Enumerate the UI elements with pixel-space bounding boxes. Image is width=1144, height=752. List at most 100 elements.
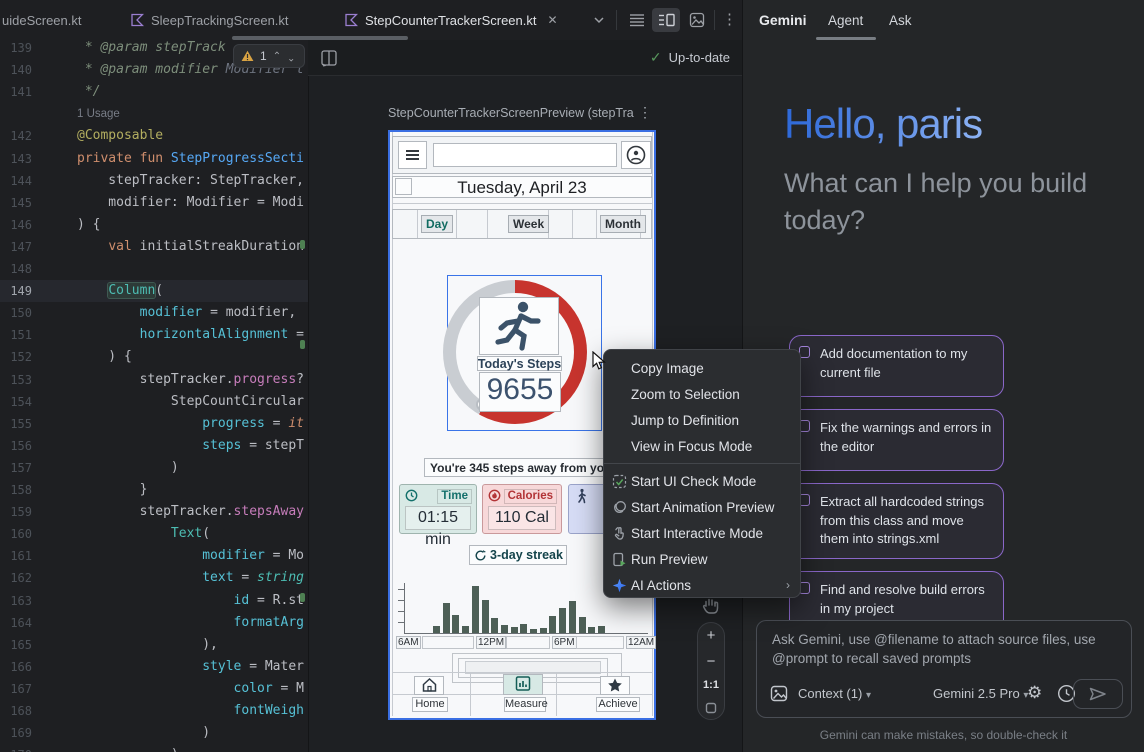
bar-chart-icon (514, 675, 532, 692)
tab-sleeptrackingscreen[interactable]: SleepTrackingScreen.kt (130, 0, 289, 40)
streak-badge[interactable]: 3-day streak (469, 545, 567, 565)
context-selector[interactable]: Context (1) ▾ (798, 686, 871, 701)
stat-card-calories[interactable]: Calories 110 Cal (482, 484, 562, 534)
menu-item-zoom-to-selection[interactable]: Zoom to Selection (604, 381, 800, 407)
preview-title[interactable]: StepCounterTrackerScreenPreview (stepTra… (388, 106, 634, 120)
preview-toolbar: ✓ Up-to-date (308, 40, 742, 76)
menu-separator (604, 463, 800, 464)
menu-item-start-ui-check-mode[interactable]: Start UI Check Mode (604, 468, 800, 494)
x-label: 6PM (552, 636, 577, 649)
chevron-down-icon[interactable] (592, 13, 606, 29)
axis-tick (398, 622, 404, 623)
steps-label: Today's Steps (477, 357, 562, 371)
tab-stepcountertrackerscreen[interactable]: StepCounterTrackerScreen.kt ✕ (344, 0, 558, 40)
segment-week[interactable]: Week (508, 215, 549, 233)
wireframe-line (596, 210, 597, 238)
menu-item-view-in-focus-mode[interactable]: View in Focus Mode (604, 433, 800, 459)
suggestion-card-extract-strings[interactable]: Extract all hardcoded strings from this … (789, 483, 1004, 559)
split-view-button[interactable] (652, 8, 680, 32)
menu-item-start-interactive-mode[interactable]: Start Interactive Mode (604, 520, 800, 546)
attach-image-icon[interactable] (770, 685, 788, 702)
gemini-input-box[interactable]: Ask Gemini, use @filename to attach sour… (756, 620, 1132, 718)
tab-ask[interactable]: Ask (889, 13, 912, 28)
menu-button[interactable] (398, 141, 427, 169)
segment-day[interactable]: Day (421, 215, 453, 233)
nav-achieve-button[interactable] (600, 676, 630, 695)
send-button[interactable] (1073, 679, 1123, 709)
nav-home-button[interactable] (414, 676, 444, 695)
wireframe-line (572, 210, 573, 238)
prev-warning-icon[interactable]: ⌃ (273, 51, 281, 62)
model-selector[interactable]: Gemini 2.5 Pro ▾ (933, 686, 1028, 701)
tab-agent[interactable]: Agent (828, 13, 863, 28)
wireframe-line (487, 210, 488, 238)
status-text: Up-to-date (669, 50, 730, 65)
zoom-in-button[interactable]: + (707, 628, 716, 643)
suggestion-card-fix-warnings[interactable]: Fix the warnings and errors in the edito… (789, 409, 1004, 471)
walking-person-icon (575, 488, 589, 504)
menu-item-run-preview[interactable]: Run Preview (604, 546, 800, 572)
chart-x-axis (404, 633, 648, 634)
axis-tick (398, 600, 404, 601)
input-placeholder: Ask Gemini, use @filename to attach sour… (772, 630, 1124, 668)
code-line: 156 steps = stepT (0, 435, 308, 457)
home-icon (421, 677, 438, 693)
image-icon (689, 12, 705, 28)
change-marker (300, 340, 305, 349)
suggestion-card-documentation[interactable]: Add documentation to my current file (789, 335, 1004, 397)
chart-bar (549, 616, 556, 633)
preview-status: ✓ Up-to-date (650, 49, 730, 66)
mouse-cursor (591, 351, 609, 371)
wireframe-line (470, 672, 471, 716)
code-line: 141 */ (0, 81, 308, 103)
code-editor[interactable]: 139 * @param stepTrack140 * @param modif… (0, 40, 308, 752)
nav-measure-button[interactable] (503, 674, 543, 695)
preview-kebab-icon[interactable]: ⋮ (638, 104, 652, 121)
input-toolbar: Context (1) ▾ Gemini 2.5 Pro ▾ ⚙ (757, 679, 1131, 709)
inspection-widget[interactable]: 1 ⌃ ⌃ (233, 44, 305, 68)
ui-check-icon (611, 473, 628, 490)
change-marker (300, 593, 305, 602)
close-icon[interactable]: ✕ (547, 13, 557, 27)
stat-card-time[interactable]: Time 01:15 min (399, 484, 477, 534)
star-icon (606, 677, 624, 693)
chart-bar (579, 617, 586, 633)
fit-screen-icon[interactable] (705, 702, 717, 714)
kotlin-file-icon (130, 13, 144, 27)
zoom-ratio[interactable]: 1:1 (703, 679, 719, 691)
profile-button[interactable] (621, 141, 651, 169)
search-field[interactable] (433, 143, 617, 167)
nav-measure-label: Measure (504, 697, 546, 712)
menu-item-jump-to-definition[interactable]: Jump to Definition (604, 407, 800, 433)
pan-hand-icon[interactable] (701, 596, 722, 615)
next-warning-icon[interactable]: ⌃ (287, 51, 295, 62)
layout-mode-icon[interactable] (320, 49, 339, 68)
chart-bar (443, 603, 450, 633)
stat-label: Calories (504, 489, 557, 504)
check-icon: ✓ (650, 49, 662, 66)
gemini-disclaimer: Gemini can make mistakes, so double-chec… (743, 728, 1144, 742)
menu-item-copy-image[interactable]: Copy Image (604, 355, 800, 381)
code-line: 147 val initialStreakDuration (0, 236, 308, 258)
wireframe-box (422, 636, 474, 649)
code-view-button[interactable] (624, 8, 650, 32)
ai-sparkle-icon (611, 577, 628, 594)
fire-icon (488, 489, 501, 502)
code-line: 148 (0, 258, 308, 280)
zoom-out-button[interactable]: − (707, 654, 716, 669)
menu-item-start-animation-preview[interactable]: Start Animation Preview (604, 494, 800, 520)
zoom-controls: + − 1:1 (697, 622, 725, 720)
stat-value: 110 Cal (488, 506, 556, 530)
chart-y-axis (404, 583, 405, 633)
code-line: 152 ) { (0, 346, 308, 368)
interactive-touch-icon (611, 525, 628, 542)
menu-item-ai-actions[interactable]: AI Actions › (604, 572, 800, 598)
segment-month[interactable]: Month (600, 215, 646, 233)
gear-icon[interactable]: ⚙ (1027, 683, 1042, 703)
kebab-menu-icon[interactable]: ⋮ (722, 10, 737, 28)
stat-value: 01:15 min (405, 506, 471, 530)
design-view-button[interactable] (684, 8, 710, 32)
step-bar-chart[interactable] (433, 586, 605, 633)
tab-guidescreen[interactable]: uideScreen.kt (2, 0, 82, 40)
wireframe-box (576, 636, 624, 649)
